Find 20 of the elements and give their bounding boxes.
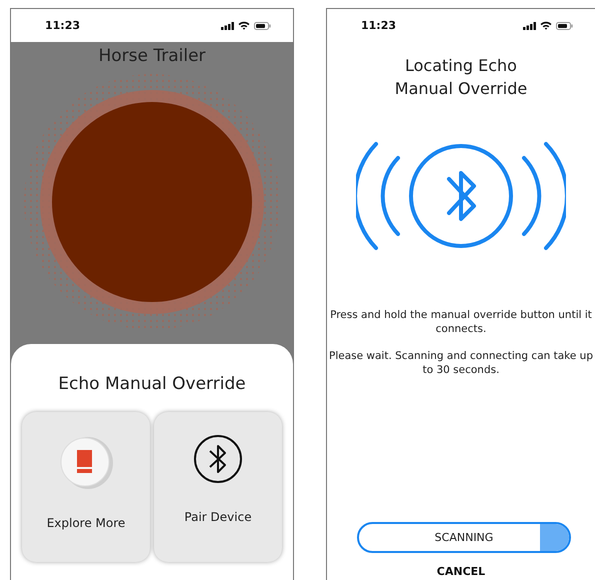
wifi-icon xyxy=(238,21,250,30)
screen-title: Locating Echo xyxy=(405,55,517,77)
sheet-title: Echo Manual Override xyxy=(58,374,246,394)
cancel-button[interactable]: CANCEL xyxy=(436,565,486,578)
device-puck-drawing xyxy=(58,434,114,490)
option-card[interactable]: Explore More xyxy=(22,412,150,562)
wifi-icon xyxy=(540,21,552,30)
battery-icon xyxy=(556,22,573,30)
instruction-text: Please wait. Scanning and connecting can take up to 30 seconds. xyxy=(329,349,593,377)
signal-icon xyxy=(523,22,536,30)
instruction-text: Press and hold the manual override button until it connects. xyxy=(329,308,593,336)
status-time: 11:23 xyxy=(45,19,80,32)
signal-icon xyxy=(221,22,234,30)
screen-title: Horse Trailer xyxy=(98,46,206,66)
screen-title: Manual Override xyxy=(394,78,528,100)
bluetooth-icon xyxy=(193,434,243,484)
option-card[interactable]: Pair Device xyxy=(154,412,282,562)
battery-icon xyxy=(254,22,271,30)
progress-label: SCANNING xyxy=(434,531,494,544)
status-time: 11:23 xyxy=(361,19,396,32)
